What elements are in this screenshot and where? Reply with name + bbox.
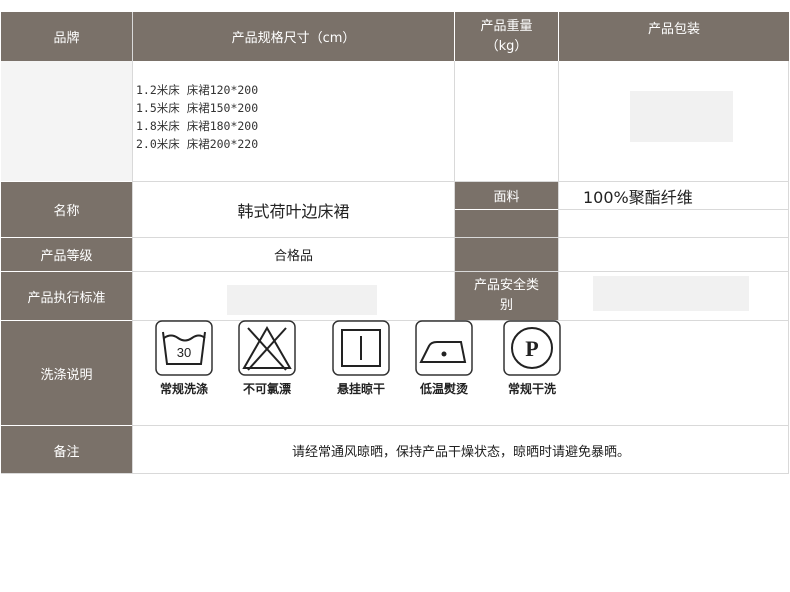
care-iron: 低温熨烫	[415, 320, 473, 397]
fabric-value: 100%聚酯纤维	[559, 182, 789, 209]
fabric-label-blank	[455, 210, 558, 237]
safety-value-placeholder	[593, 276, 749, 311]
remark-label: 备注	[1, 426, 132, 474]
care-label: 常规干洗	[507, 382, 556, 396]
care-bleach: 不可氯漂	[238, 320, 296, 397]
package-image-placeholder	[630, 91, 733, 142]
no-bleach-icon	[238, 320, 296, 376]
standard-label: 产品执行标准	[1, 272, 132, 320]
fabric-label: 面料	[455, 182, 558, 209]
safety-label-line2: 别	[499, 298, 513, 313]
brand-logo-placeholder	[1, 61, 132, 181]
brand-header: 品牌	[1, 12, 132, 61]
size-spec-header: 产品规格尺寸（cm）	[133, 12, 454, 61]
size-list: 1.2米床 床裙120*200 1.5米床 床裙150*200 1.8米床 床裙…	[136, 81, 446, 153]
weight-header-title: 产品重量	[480, 18, 533, 34]
weight-header: 产品重量 （kg）	[455, 12, 558, 61]
hang-dry-icon	[332, 320, 390, 376]
size-item: 2.0米床 床裙200*220	[136, 137, 259, 151]
care-label: 低温熨烫	[419, 382, 468, 396]
care-label: 悬挂晾干	[336, 382, 385, 396]
washtub-30-icon: 30	[155, 320, 213, 376]
care-wash: 30 常规洗涤	[155, 320, 213, 397]
name-value: 韩式荷叶边床裙	[133, 182, 454, 237]
name-label: 名称	[1, 182, 132, 237]
safety-label-line1: 产品安全类	[473, 278, 539, 293]
remark-value: 请经常通风晾晒，保持产品干燥状态，晾晒时请避免暴晒。	[133, 426, 789, 474]
care-dryclean: P 常规干洗	[503, 320, 561, 397]
low-iron-icon	[415, 320, 473, 376]
standard-value-placeholder	[227, 285, 377, 315]
care-label: 不可氯漂	[242, 382, 291, 396]
dry-clean-p-icon: P	[503, 320, 561, 376]
size-item: 1.5米床 床裙150*200	[136, 101, 259, 115]
package-header: 产品包装	[559, 12, 789, 61]
wash-temp-number: 30	[177, 345, 191, 360]
care-hang: 悬挂晾干	[332, 320, 390, 397]
grade-side-blank	[455, 238, 558, 271]
safety-label: 产品安全类 别	[455, 272, 558, 320]
size-item: 1.8米床 床裙180*200	[136, 119, 259, 133]
size-item: 1.2米床 床裙120*200	[136, 83, 259, 97]
wash-label: 洗涤说明	[1, 321, 132, 425]
grade-label: 产品等级	[1, 238, 132, 271]
product-spec-table: 品牌 产品规格尺寸（cm） 产品重量 （kg） 产品包装 1.2米床 床裙120…	[1, 12, 789, 474]
grade-value: 合格品	[133, 238, 454, 271]
care-label: 常规洗涤	[159, 382, 208, 396]
weight-header-unit: （kg）	[485, 38, 528, 54]
dry-clean-letter: P	[525, 336, 538, 361]
